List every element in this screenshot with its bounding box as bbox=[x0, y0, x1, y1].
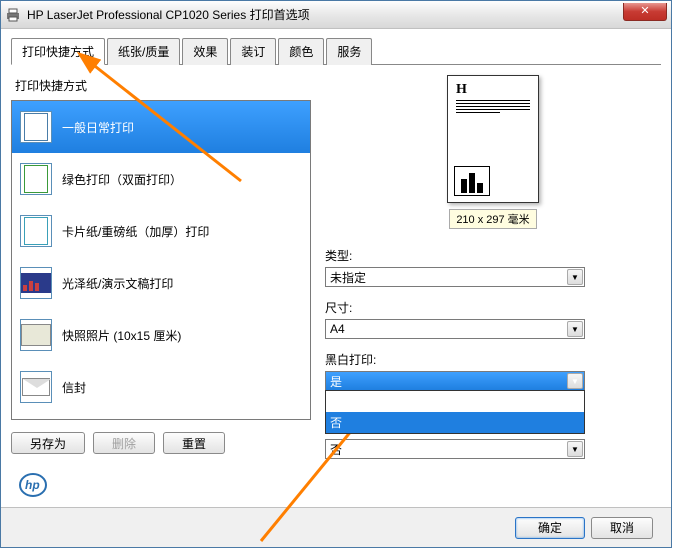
reset-button[interactable]: 重置 bbox=[163, 432, 225, 454]
list-item[interactable]: 一般日常打印 bbox=[12, 101, 310, 153]
content-area: 打印快捷方式 纸张/质量 效果 装订 颜色 服务 打印快捷方式 一般日常打印 绿… bbox=[1, 29, 671, 507]
tab-services[interactable]: 服务 bbox=[326, 38, 372, 65]
tab-effects[interactable]: 效果 bbox=[182, 38, 228, 65]
titlebar: HP LaserJet Professional CP1020 Series 打… bbox=[1, 1, 671, 29]
delete-button[interactable]: 删除 bbox=[93, 432, 155, 454]
tab-body: 打印快捷方式 一般日常打印 绿色打印（双面打印） 卡片纸/重磅纸（加厚）打印 bbox=[11, 73, 661, 503]
tab-paper-quality[interactable]: 纸张/质量 bbox=[107, 38, 180, 65]
preview-page-icon: H bbox=[447, 75, 539, 203]
size-combobox[interactable]: A4 ▼ bbox=[325, 319, 585, 339]
save-as-button[interactable]: 另存为 bbox=[11, 432, 85, 454]
list-item[interactable]: 绿色打印（双面打印） bbox=[12, 153, 310, 205]
list-item[interactable]: 光泽纸/演示文稿打印 bbox=[12, 257, 310, 309]
bw-option-no[interactable]: 否 bbox=[326, 412, 584, 433]
window-title: HP LaserJet Professional CP1020 Series 打… bbox=[27, 6, 310, 23]
chevron-down-icon: ▼ bbox=[567, 269, 583, 285]
printer-icon bbox=[5, 7, 21, 23]
ok-button[interactable]: 确定 bbox=[515, 517, 585, 539]
type-combobox[interactable]: 未指定 ▼ bbox=[325, 267, 585, 287]
bw-option-yes[interactable]: 是 bbox=[326, 391, 584, 412]
tab-color[interactable]: 颜色 bbox=[278, 38, 324, 65]
preview-dimensions: 210 x 297 毫米 bbox=[449, 209, 536, 229]
dialog-window: HP LaserJet Professional CP1020 Series 打… bbox=[0, 0, 672, 548]
hp-logo-icon: hp bbox=[19, 473, 47, 497]
tab-finishing[interactable]: 装订 bbox=[230, 38, 276, 65]
field-type: 类型: 未指定 ▼ bbox=[325, 247, 661, 287]
right-column: H 210 x 297 毫米 类型: 未指定 ▼ 尺寸: bbox=[325, 73, 661, 503]
document-green-icon bbox=[20, 163, 52, 195]
field-size: 尺寸: A4 ▼ bbox=[325, 299, 661, 339]
list-item[interactable]: 卡片纸/重磅纸（加厚）打印 bbox=[12, 205, 310, 257]
type-label: 类型: bbox=[325, 247, 661, 264]
bw-label: 黑白打印: bbox=[325, 351, 661, 368]
list-item-label: 信封 bbox=[62, 379, 86, 396]
duplex-combobox[interactable]: 否 ▼ bbox=[325, 439, 585, 459]
list-item-label: 卡片纸/重磅纸（加厚）打印 bbox=[62, 223, 209, 240]
photo-icon bbox=[20, 319, 52, 351]
cardstock-icon bbox=[20, 215, 52, 247]
shortcuts-list[interactable]: 一般日常打印 绿色打印（双面打印） 卡片纸/重磅纸（加厚）打印 光泽纸/演示文稿… bbox=[11, 100, 311, 420]
shortcuts-label: 打印快捷方式 bbox=[15, 77, 311, 94]
shortcut-buttons: 另存为 删除 重置 bbox=[11, 432, 311, 454]
list-item-label: 绿色打印（双面打印） bbox=[62, 171, 182, 188]
chevron-down-icon: ▼ bbox=[567, 321, 583, 337]
size-label: 尺寸: bbox=[325, 299, 661, 316]
list-item-label: 快照照片 (10x15 厘米) bbox=[62, 327, 181, 344]
list-item[interactable]: 快照照片 (10x15 厘米) bbox=[12, 309, 310, 361]
cancel-button[interactable]: 取消 bbox=[591, 517, 653, 539]
bw-value: 是 bbox=[330, 373, 342, 390]
size-value: A4 bbox=[330, 322, 345, 336]
left-column: 打印快捷方式 一般日常打印 绿色打印（双面打印） 卡片纸/重磅纸（加厚）打印 bbox=[11, 73, 311, 503]
envelope-icon bbox=[20, 371, 52, 403]
list-item-label: 一般日常打印 bbox=[62, 119, 134, 136]
bw-combobox[interactable]: 是 ▼ 是 否 bbox=[325, 371, 585, 391]
list-item-label: 光泽纸/演示文稿打印 bbox=[62, 275, 173, 292]
dialog-footer: 确定 取消 bbox=[1, 507, 671, 547]
page-preview: H 210 x 297 毫米 bbox=[325, 75, 661, 229]
type-value: 未指定 bbox=[330, 269, 366, 286]
duplex-value: 否 bbox=[330, 441, 342, 458]
field-bw: 黑白打印: 是 ▼ 是 否 bbox=[325, 351, 661, 391]
presentation-icon bbox=[20, 267, 52, 299]
bw-dropdown: 是 否 bbox=[325, 390, 585, 434]
tab-shortcuts[interactable]: 打印快捷方式 bbox=[11, 38, 105, 65]
chevron-down-icon: ▼ bbox=[567, 441, 583, 457]
svg-text:hp: hp bbox=[25, 478, 40, 492]
chevron-down-icon: ▼ bbox=[567, 373, 583, 389]
tab-strip: 打印快捷方式 纸张/质量 效果 装订 颜色 服务 bbox=[11, 37, 661, 65]
close-button[interactable]: ✕ bbox=[623, 3, 667, 21]
document-icon bbox=[20, 111, 52, 143]
list-item[interactable]: 信封 bbox=[12, 361, 310, 413]
